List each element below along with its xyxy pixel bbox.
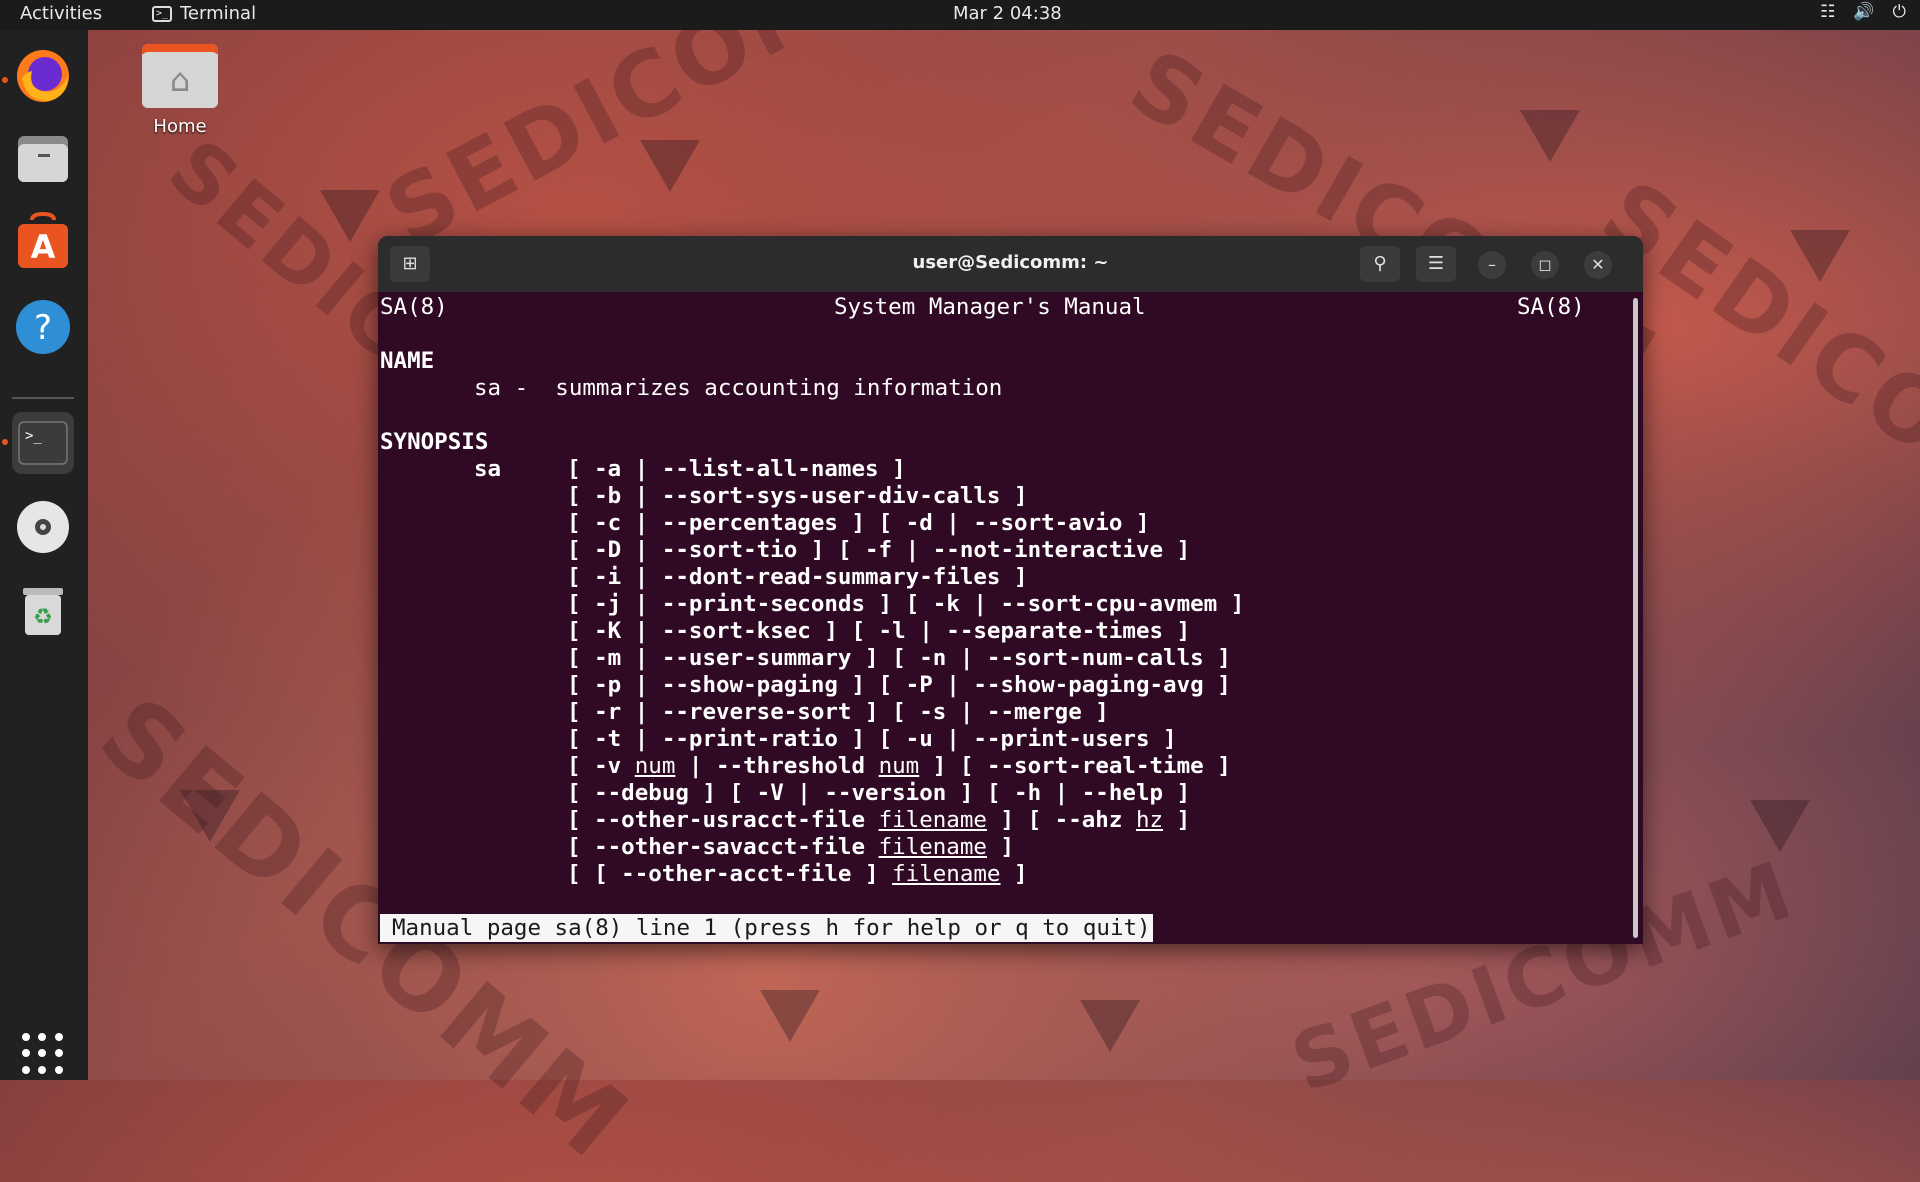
desktop-home-icon[interactable]: ⌂ Home bbox=[140, 44, 220, 137]
power-icon: ⏻ bbox=[1892, 2, 1906, 22]
synopsis-line-threshold: [ -v num | --threshold num ] [ --sort-re… bbox=[567, 753, 1231, 780]
man-header-right: SA(8) bbox=[1517, 294, 1585, 320]
argument-placeholder: hz bbox=[1135, 807, 1164, 833]
maximize-button[interactable]: ◻ bbox=[1531, 251, 1559, 279]
wallpaper-triangle bbox=[1080, 1000, 1140, 1052]
synopsis-line: [ -i | --dont-read-summary-files ] bbox=[567, 564, 1028, 590]
hamburger-icon: ☰ bbox=[1427, 253, 1445, 274]
text-segment: [ -v bbox=[567, 753, 635, 779]
maximize-icon: ◻ bbox=[1538, 255, 1552, 274]
man-header-center: System Manager's Manual bbox=[834, 294, 1146, 320]
minimize-button[interactable]: – bbox=[1478, 251, 1506, 279]
synopsis-line-debug: [ --debug ] [ -V | --version ] [ -h | --… bbox=[567, 780, 1191, 806]
synopsis-line: [ -j | --print-seconds ] [ -k | --sort-c… bbox=[567, 591, 1245, 617]
terminal-window: ⊞ user@Sedicomm: ~ ⚲ ☰ – ◻ ✕ SA(8) Syste… bbox=[378, 236, 1643, 944]
minimize-icon: – bbox=[1488, 255, 1496, 274]
network-icon: ☷ bbox=[1820, 2, 1836, 22]
text-segment: | --threshold bbox=[675, 753, 879, 779]
close-button[interactable]: ✕ bbox=[1584, 251, 1612, 279]
close-icon: ✕ bbox=[1591, 255, 1605, 274]
synopsis-line: [ -t | --print-ratio ] [ -u | --print-us… bbox=[567, 726, 1177, 752]
synopsis-line-savacct: [ --other-savacct-file filename ] bbox=[567, 834, 1014, 861]
svg-text:♻: ♻ bbox=[33, 605, 53, 630]
argument-placeholder: filename bbox=[878, 834, 987, 860]
trash-icon: ♻ bbox=[23, 588, 63, 635]
home-folder-icon: ⌂ bbox=[142, 44, 218, 108]
clock[interactable]: Mar 2 04:38 bbox=[953, 3, 1062, 24]
synopsis-line: [ -r | --reverse-sort ] [ -s | --merge ] bbox=[567, 699, 1109, 725]
wallpaper-triangle bbox=[320, 190, 380, 242]
text-segment: ] [ --sort-real-time ] bbox=[919, 753, 1231, 779]
argument-placeholder: filename bbox=[878, 807, 987, 833]
volume-icon: 🔊 bbox=[1853, 2, 1875, 22]
dock: A ? >_ ♻ bbox=[0, 30, 88, 1080]
home-label: Home bbox=[153, 116, 207, 137]
text-segment: ] [ --ahz bbox=[986, 807, 1136, 833]
dock-separator bbox=[12, 397, 74, 399]
pager-status-line: Manual page sa(8) line 1 (press h for he… bbox=[380, 914, 1153, 942]
argument-placeholder: num bbox=[878, 753, 920, 779]
text-segment: [ --other-usracct-file bbox=[567, 807, 879, 833]
app-name: Terminal bbox=[180, 3, 257, 24]
wallpaper-triangle bbox=[1790, 230, 1850, 282]
software-icon: A bbox=[18, 211, 68, 268]
disc-icon bbox=[17, 501, 69, 553]
name-line: sa - summarizes accounting information bbox=[474, 375, 1003, 401]
synopsis-line-usracct: [ --other-usracct-file filename ] [ --ah… bbox=[567, 807, 1190, 834]
terminal-launcher[interactable]: >_ bbox=[12, 412, 74, 474]
synopsis-line: [ -b | --sort-sys-user-div-calls ] bbox=[567, 483, 1028, 509]
running-indicator bbox=[2, 77, 8, 83]
synopsis-line: [ -p | --show-paging ] [ -P | --show-pag… bbox=[567, 672, 1231, 698]
top-bar: Activities >_ Terminal Mar 2 04:38 ☷ 🔊 ⏻ bbox=[0, 0, 1920, 30]
synopsis-line: [ -K | --sort-ksec ] [ -l | --separate-t… bbox=[567, 618, 1191, 644]
show-applications-button[interactable] bbox=[22, 1033, 64, 1075]
search-button[interactable]: ⚲ bbox=[1360, 246, 1400, 282]
argument-placeholder: filename bbox=[892, 861, 1001, 887]
terminal-titlebar[interactable]: ⊞ user@Sedicomm: ~ ⚲ ☰ – ◻ ✕ bbox=[378, 236, 1643, 292]
scrollbar[interactable] bbox=[1633, 298, 1638, 938]
text-segment: ] bbox=[1000, 861, 1028, 887]
synopsis-line: [ -D | --sort-tio ] [ -f | --not-interac… bbox=[567, 537, 1191, 563]
running-indicator bbox=[2, 439, 8, 445]
terminal-icon: >_ bbox=[18, 421, 68, 465]
wallpaper-triangle bbox=[180, 790, 240, 842]
app-menu[interactable]: >_ Terminal bbox=[152, 3, 256, 24]
text-segment: [ --other-savacct-file bbox=[567, 834, 879, 860]
help-launcher[interactable]: ? bbox=[12, 296, 74, 358]
svg-text:A: A bbox=[31, 228, 56, 266]
terminal-icon: >_ bbox=[152, 5, 172, 22]
firefox-launcher[interactable] bbox=[12, 45, 74, 107]
wallpaper-triangle bbox=[640, 140, 700, 192]
terminal-output[interactable]: SA(8) System Manager's Manual SA(8) NAME… bbox=[378, 292, 1630, 944]
text-segment: ] bbox=[1163, 807, 1191, 833]
files-icon bbox=[18, 136, 68, 182]
menu-button[interactable]: ☰ bbox=[1416, 246, 1456, 282]
search-icon: ⚲ bbox=[1373, 253, 1387, 274]
synopsis-line-acct: [ [ --other-acct-file ] filename ] bbox=[567, 861, 1028, 888]
svg-text:>_: >_ bbox=[25, 428, 42, 444]
wallpaper-triangle bbox=[760, 990, 820, 1042]
files-launcher[interactable] bbox=[12, 128, 74, 190]
synopsis-line: [ -a | --list-all-names ] bbox=[567, 456, 906, 482]
text-segment: ] bbox=[986, 834, 1015, 860]
man-header-left: SA(8) bbox=[380, 294, 448, 320]
synopsis-heading: SYNOPSIS bbox=[380, 429, 489, 455]
text-segment: [ [ --other-acct-file ] bbox=[567, 861, 893, 887]
synopsis-line: [ -c | --percentages ] [ -d | --sort-avi… bbox=[567, 510, 1150, 536]
firefox-icon bbox=[17, 50, 69, 102]
name-heading: NAME bbox=[380, 348, 435, 374]
wallpaper-triangle bbox=[1520, 110, 1580, 162]
activities-button[interactable]: Activities bbox=[20, 3, 102, 24]
wallpaper-triangle bbox=[1750, 800, 1810, 852]
argument-placeholder: num bbox=[634, 753, 676, 779]
disc-launcher[interactable] bbox=[12, 496, 74, 558]
help-icon: ? bbox=[16, 300, 70, 354]
synopsis-line: [ -m | --user-summary ] [ -n | --sort-nu… bbox=[567, 645, 1231, 671]
software-launcher[interactable]: A bbox=[12, 211, 74, 274]
system-tray[interactable]: ☷ 🔊 ⏻ bbox=[1820, 2, 1906, 22]
synopsis-command: sa bbox=[474, 456, 502, 482]
svg-text:?: ? bbox=[34, 308, 52, 348]
trash-launcher[interactable]: ♻ bbox=[12, 580, 74, 642]
wallpaper-watermark: SEDICOMM bbox=[369, 0, 939, 267]
